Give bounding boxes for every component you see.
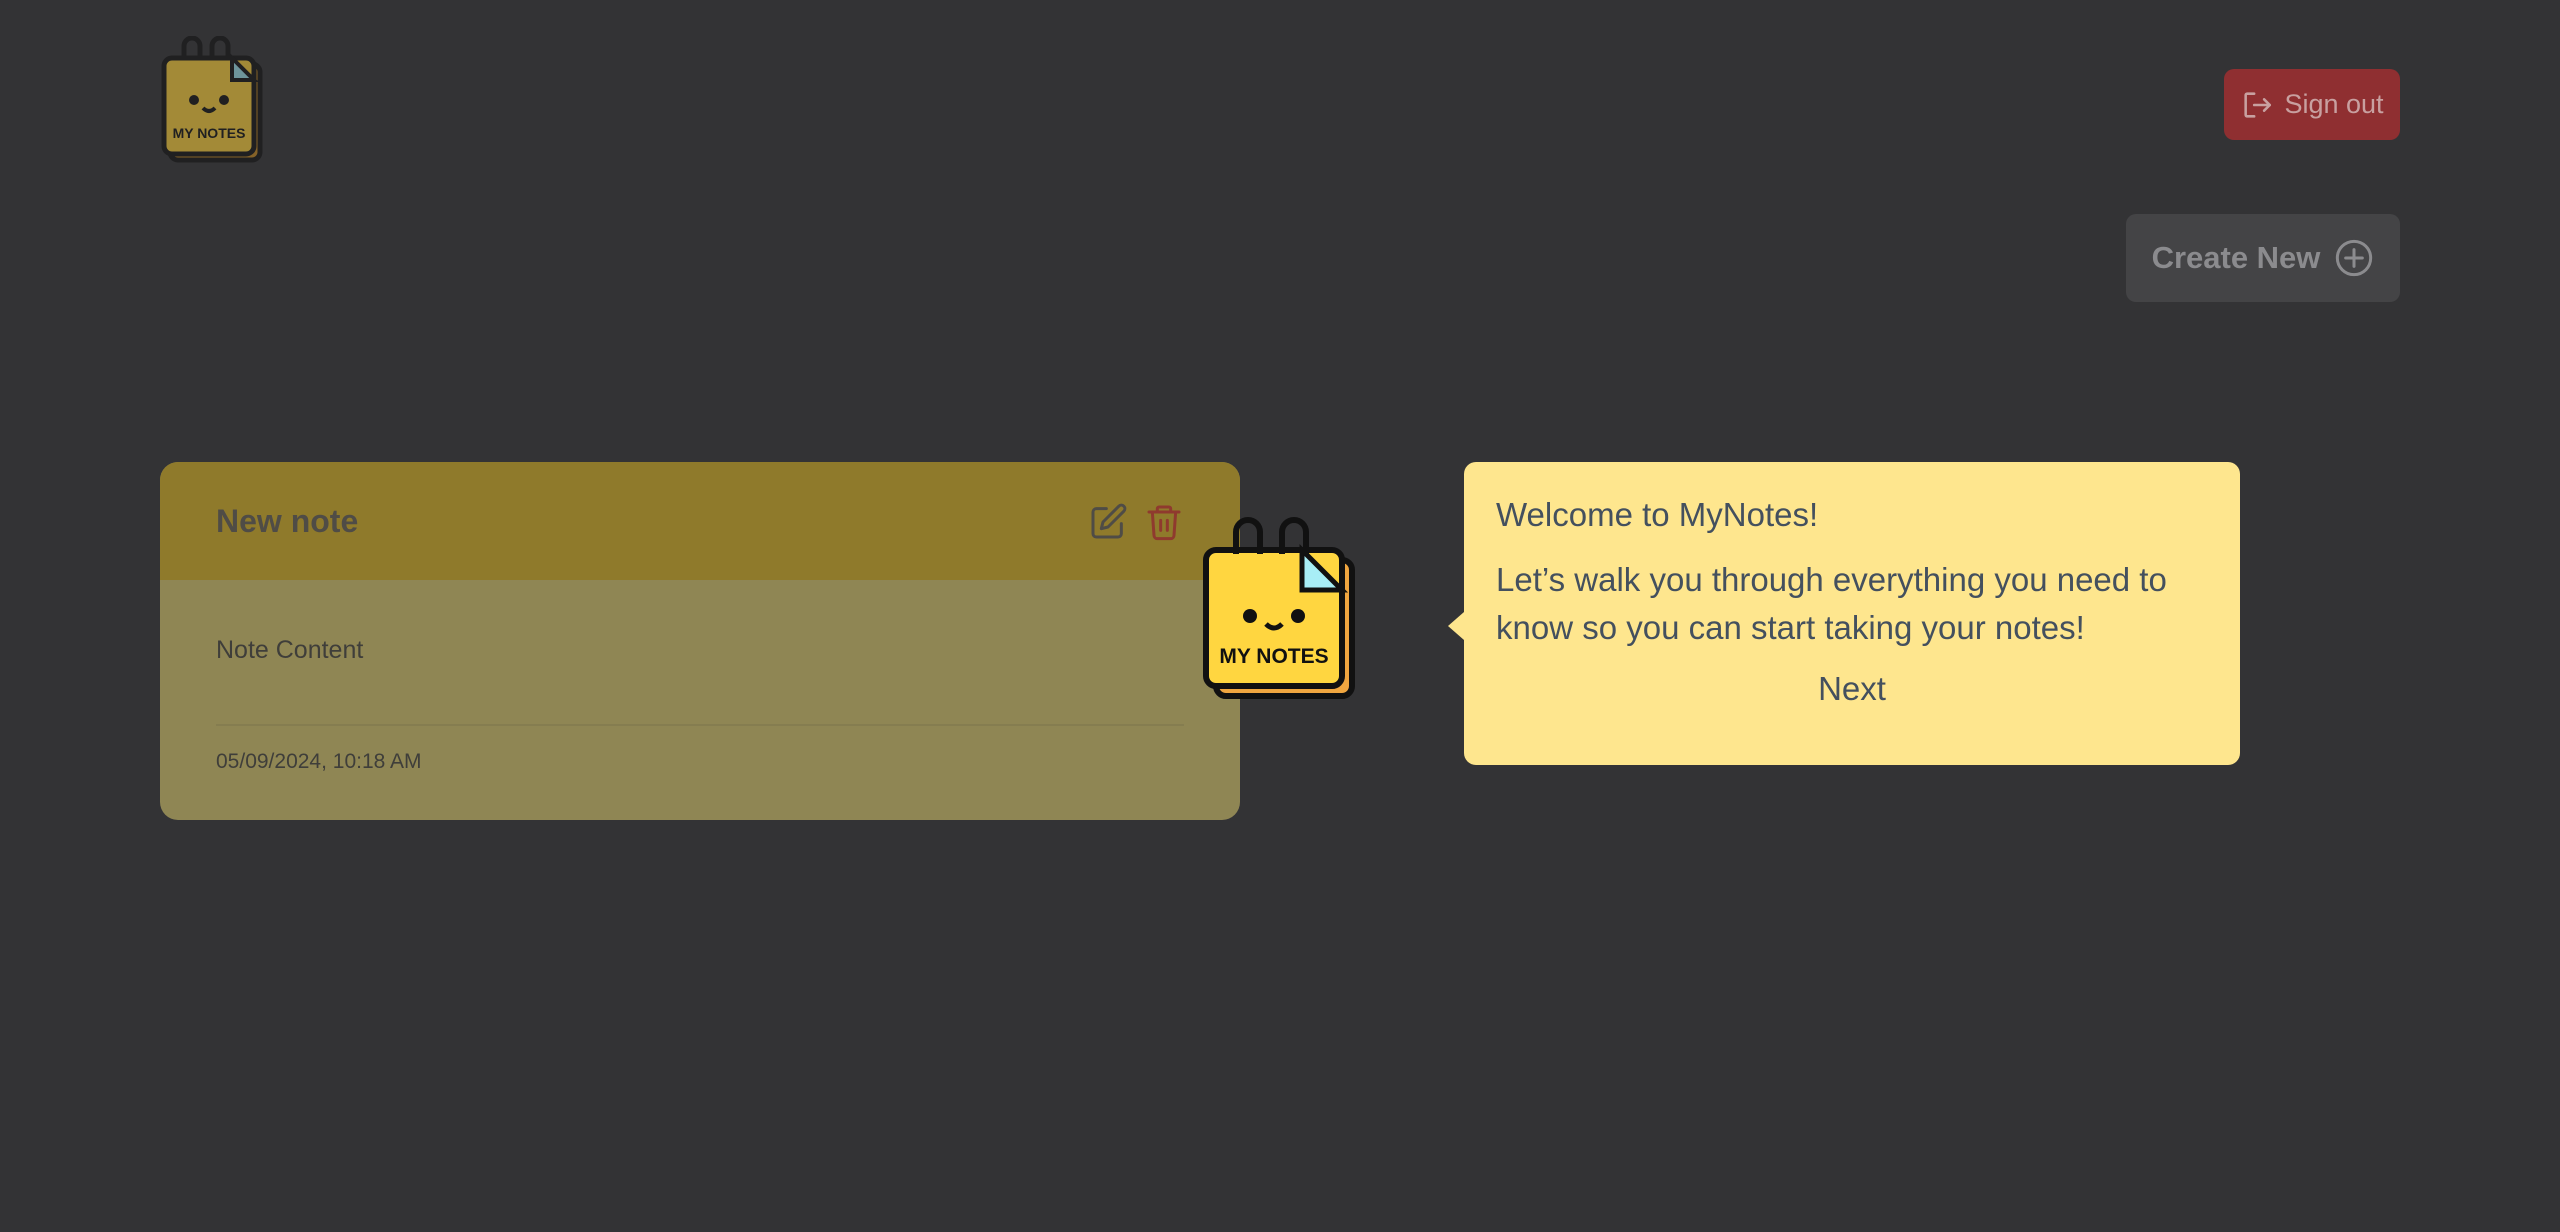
sign-out-button[interactable]: Sign out (2224, 69, 2400, 140)
mascot-text: MY NOTES (1219, 645, 1328, 668)
welcome-tooltip: Welcome to MyNotes! Let’s walk you throu… (1448, 462, 2240, 765)
trash-icon[interactable] (1144, 502, 1184, 542)
note-divider (216, 724, 1184, 726)
notebook-logo-icon: MY NOTES (161, 35, 263, 163)
tooltip-title: Welcome to MyNotes! (1496, 496, 1819, 533)
note-actions (1088, 502, 1184, 542)
plus-circle-icon (2336, 239, 2373, 277)
edit-icon[interactable] (1088, 502, 1128, 542)
note-content: Note Content (216, 636, 364, 664)
create-new-button[interactable]: Create New (2126, 214, 2400, 302)
note-card-header: New note (160, 462, 1240, 580)
app-page: MY NOTES Sign out Create New New note No… (0, 0, 2560, 1232)
sign-out-label: Sign out (2284, 89, 2384, 119)
tooltip-body: Let’s walk you through everything you ne… (1496, 561, 2167, 646)
create-new-label: Create New (2151, 240, 2321, 275)
mascot: MY NOTES (1196, 512, 1360, 702)
app-logo[interactable]: MY NOTES (160, 35, 270, 166)
note-card-body: Note Content 05/09/2024, 10:18 AM (160, 636, 1240, 774)
notebook-mascot-icon: MY NOTES (1203, 517, 1355, 699)
next-button[interactable]: Next (1792, 670, 1912, 708)
logo-text: MY NOTES (173, 125, 246, 141)
sign-out-icon (2244, 91, 2272, 118)
note-date: 05/09/2024, 10:18 AM (216, 750, 422, 773)
note-card[interactable]: New note Note Content 05/09/2024, 10:18 … (160, 462, 1240, 820)
note-title: New note (216, 502, 359, 539)
